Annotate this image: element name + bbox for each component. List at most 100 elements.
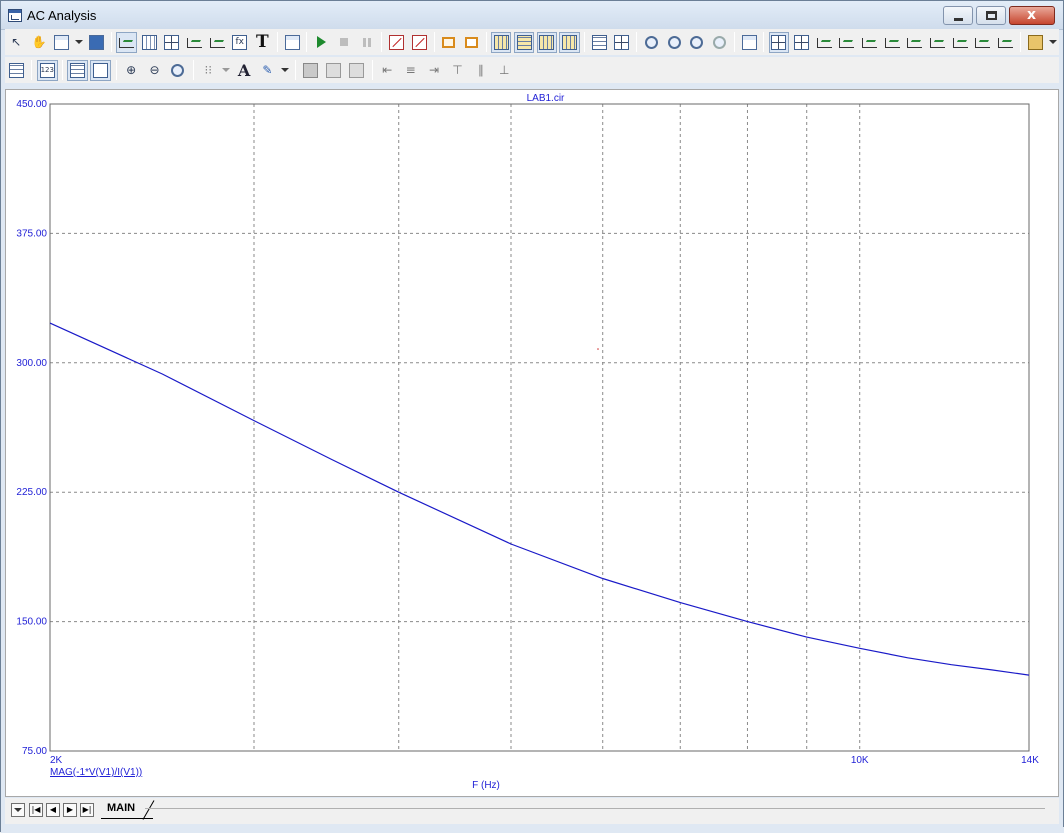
chart-title: LAB1.cir xyxy=(527,93,565,104)
label-icon[interactable]: fx xyxy=(230,32,250,53)
plot-area[interactable]: 450.00 375.00 300.00 225.00 150.00 75.00 2K 10K… xyxy=(5,89,1059,797)
horizontal-cursor-icon[interactable] xyxy=(589,32,609,53)
highlight-dropdown[interactable] xyxy=(280,60,290,81)
run-icon[interactable] xyxy=(312,32,332,53)
tokens-icon[interactable] xyxy=(439,32,459,53)
zoom-x-icon[interactable] xyxy=(641,32,661,53)
first-page-button[interactable]: |◀ xyxy=(29,803,43,817)
toolbar-separator xyxy=(192,60,194,80)
trace-icon[interactable] xyxy=(995,32,1015,53)
previous-page-button[interactable]: ◀ xyxy=(46,803,60,817)
horizontal-axis-grid-icon[interactable] xyxy=(491,31,512,53)
zoom-window-icon[interactable] xyxy=(167,60,188,81)
group-icon[interactable] xyxy=(323,60,344,81)
zoom-in-icon[interactable]: ⊕ xyxy=(121,60,142,81)
high-icon[interactable] xyxy=(814,32,834,53)
toolbar-separator xyxy=(1019,32,1021,52)
properties-icon[interactable] xyxy=(282,32,302,53)
low-icon[interactable] xyxy=(837,32,857,53)
close-icon: x xyxy=(1027,7,1037,23)
close-button[interactable]: x xyxy=(1009,6,1055,25)
select-arrow-icon[interactable]: ↖ xyxy=(6,32,26,53)
clipboard-icon[interactable] xyxy=(1025,32,1045,53)
global-low-icon[interactable] xyxy=(927,32,947,53)
align-right-icon[interactable]: ⇥ xyxy=(424,60,445,81)
x-tick-label: 2K xyxy=(50,755,63,766)
y-tick-label: 150.00 xyxy=(16,617,47,628)
tab-scroll-track xyxy=(145,808,1045,809)
stop-icon[interactable] xyxy=(334,32,354,53)
y-tick-label: 300.00 xyxy=(16,358,47,369)
align-left-icon[interactable]: ⇤ xyxy=(377,60,398,81)
numbers-icon[interactable]: 123 xyxy=(36,59,58,81)
dots-icon[interactable]: ⁝⁝ xyxy=(198,60,219,81)
valley-icon[interactable] xyxy=(791,32,811,53)
slope-icon[interactable] xyxy=(882,32,902,53)
x-tick-label: 14K xyxy=(1021,755,1039,766)
list-icon[interactable] xyxy=(6,60,27,81)
bottom-icon[interactable] xyxy=(973,32,993,53)
grid-icon[interactable] xyxy=(139,32,159,53)
scale-icon[interactable] xyxy=(116,31,137,53)
highlight-icon[interactable]: ✎ xyxy=(257,60,278,81)
top-icon[interactable] xyxy=(950,32,970,53)
y-tick-label: 75.00 xyxy=(22,746,47,757)
zoom-auto-icon[interactable] xyxy=(687,32,707,53)
toolbar-separator xyxy=(433,32,435,52)
vertical-cursor-icon[interactable] xyxy=(612,32,632,53)
align-middle-icon[interactable]: ∥ xyxy=(470,60,491,81)
toolbar-separator xyxy=(733,32,735,52)
fit-width-icon[interactable] xyxy=(90,59,112,81)
maximize-button[interactable] xyxy=(976,6,1006,25)
text-icon[interactable]: T xyxy=(252,32,272,53)
front-icon[interactable] xyxy=(300,60,321,81)
font-icon[interactable]: A xyxy=(234,60,255,81)
tab-menu-button[interactable] xyxy=(11,803,25,817)
vertical-axis-grid-icon[interactable] xyxy=(513,31,535,53)
global-high-icon[interactable] xyxy=(905,32,925,53)
window-controls: x xyxy=(940,6,1055,25)
axis-icon[interactable] xyxy=(207,32,227,53)
peak-icon[interactable] xyxy=(768,31,789,53)
fit-height-icon[interactable] xyxy=(66,59,88,81)
inflection-icon[interactable] xyxy=(859,32,879,53)
bar-icon[interactable] xyxy=(536,31,557,53)
minimize-icon xyxy=(954,18,963,21)
y-tick-label: 225.00 xyxy=(16,487,47,498)
align-bottom-icon[interactable]: ⊥ xyxy=(494,60,515,81)
copy-icon[interactable] xyxy=(52,32,72,53)
maximize-icon xyxy=(986,11,997,20)
y-tick-label: 375.00 xyxy=(16,228,47,239)
last-page-button[interactable]: ▶| xyxy=(80,803,94,817)
pan-hand-icon[interactable]: ✋ xyxy=(29,32,49,53)
copy-dropdown[interactable] xyxy=(74,32,84,53)
graph-select-icon[interactable] xyxy=(386,32,406,53)
x-tick-label: 10K xyxy=(851,755,869,766)
zoom-y-icon[interactable] xyxy=(664,32,684,53)
data-points-icon[interactable] xyxy=(461,32,481,53)
toolbar-separator xyxy=(306,32,308,52)
edit-icon[interactable] xyxy=(739,32,759,53)
zoom-reset-icon[interactable] xyxy=(709,32,729,53)
align-top-icon[interactable]: ⊤ xyxy=(447,60,468,81)
next-page-button[interactable]: ▶ xyxy=(63,803,77,817)
graph-delete-icon[interactable] xyxy=(409,32,429,53)
trace-label: MAG(-1*V(V1)/I(V1)) xyxy=(50,767,142,778)
dots-dropdown[interactable] xyxy=(221,60,231,81)
scope-icon[interactable] xyxy=(184,32,204,53)
pause-icon[interactable] xyxy=(357,32,377,53)
align-center-icon[interactable]: ≡ xyxy=(400,60,421,81)
window-app-icon xyxy=(8,9,22,22)
cursor-mode-icon[interactable] xyxy=(162,32,182,53)
ungroup-icon[interactable] xyxy=(346,60,367,81)
analysis-toolbar: ↖ ✋ fx T xyxy=(5,29,1059,55)
grid-layer xyxy=(50,104,1029,751)
minimize-button[interactable] xyxy=(943,6,973,25)
tall-bar-icon[interactable] xyxy=(559,31,580,53)
ac-analysis-chart[interactable]: 450.00 375.00 300.00 225.00 150.00 75.002K 10K… xyxy=(6,90,1058,796)
clipboard-dropdown[interactable] xyxy=(1048,32,1058,53)
image-icon[interactable] xyxy=(87,32,107,53)
toolbar-separator xyxy=(61,60,63,80)
tab-main[interactable]: MAIN xyxy=(101,801,154,819)
zoom-out-icon[interactable]: ⊖ xyxy=(144,60,165,81)
